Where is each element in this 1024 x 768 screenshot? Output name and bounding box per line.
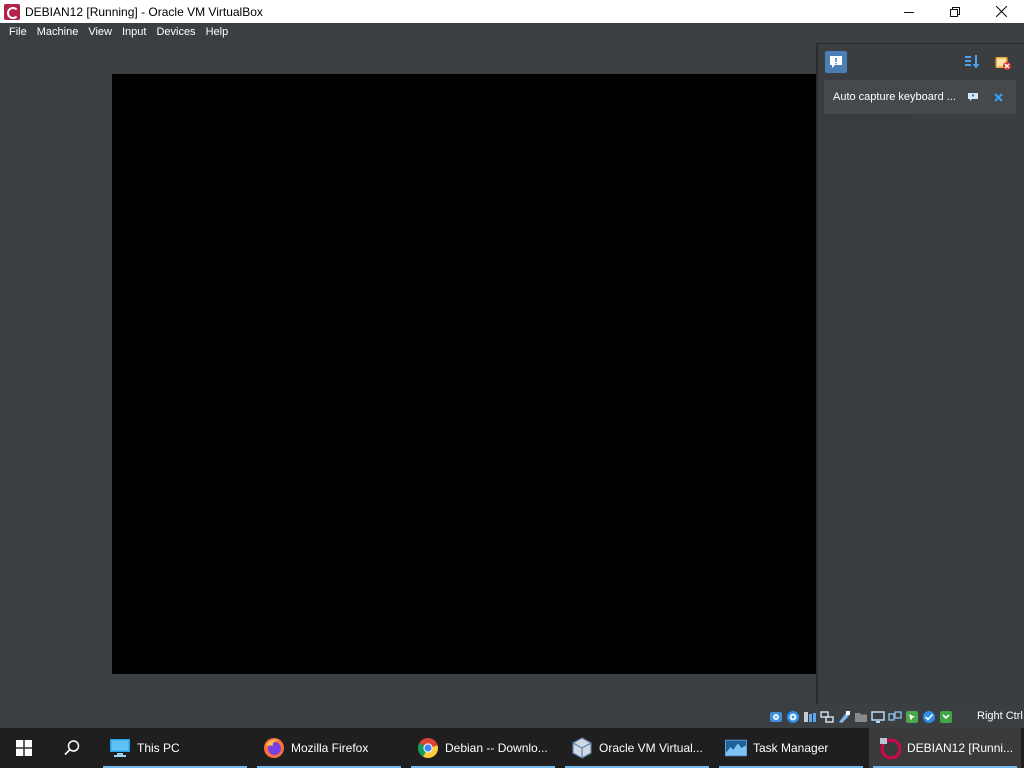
taskbar-app-label: DEBIAN12 [Runni... xyxy=(907,741,1014,755)
sort-icon xyxy=(965,55,980,69)
taskbar-app-chrome[interactable]: Debian -- Downlo... xyxy=(407,728,559,768)
chrome-icon xyxy=(417,737,439,759)
notification-close-button[interactable] xyxy=(991,90,1005,104)
notification-help-button[interactable] xyxy=(966,91,980,103)
optical-drive-icon[interactable] xyxy=(785,710,800,725)
close-icon xyxy=(993,92,1003,102)
taskbar-app-label: Task Manager xyxy=(753,741,829,755)
menu-input[interactable]: Input xyxy=(117,23,151,42)
recording-icon[interactable] xyxy=(887,710,902,725)
notification-center-icon xyxy=(830,56,842,68)
keep-finished-button[interactable] xyxy=(992,51,1014,73)
menu-devices[interactable]: Devices xyxy=(151,23,200,42)
mouse-integration-icon[interactable] xyxy=(904,710,919,725)
keyboard-capture-icon[interactable] xyxy=(938,710,953,725)
menu-help[interactable]: Help xyxy=(201,23,234,42)
title-bar[interactable]: DEBIAN12 [Running] - Oracle VM VirtualBo… xyxy=(0,0,1024,23)
display-icon[interactable] xyxy=(870,710,885,725)
start-button[interactable] xyxy=(0,728,48,768)
restore-icon xyxy=(950,6,960,17)
menu-machine[interactable]: Machine xyxy=(32,23,84,42)
notification-text: Auto capture keyboard ... xyxy=(833,91,956,103)
shared-folders-icon[interactable] xyxy=(853,710,868,725)
taskbar-app-task-manager[interactable]: Task Manager xyxy=(715,728,867,768)
window-controls xyxy=(886,0,1024,23)
vm-screen[interactable] xyxy=(112,74,816,674)
virtualbox-window: DEBIAN12 [Running] - Oracle VM VirtualBo… xyxy=(0,0,1024,768)
taskbar-app-debian-vm[interactable]: DEBIAN12 [Runni... xyxy=(869,728,1021,768)
notification-center: Auto capture keyboard ... xyxy=(816,43,1024,704)
virtualbox-icon xyxy=(571,737,593,759)
taskbar-app-virtualbox[interactable]: Oracle VM Virtual... xyxy=(561,728,713,768)
menu-view[interactable]: View xyxy=(83,23,117,42)
debian-vm-icon xyxy=(879,737,901,759)
usb-icon[interactable] xyxy=(836,710,851,725)
monitor-icon xyxy=(109,737,131,759)
search-icon xyxy=(64,740,80,756)
menu-bar: File Machine View Input Devices Help xyxy=(0,23,1024,42)
minimize-button[interactable] xyxy=(886,0,932,23)
restore-button[interactable] xyxy=(932,0,978,23)
hard-disk-icon[interactable] xyxy=(768,710,783,725)
taskbar-app-label: Mozilla Firefox xyxy=(291,741,369,755)
close-button[interactable] xyxy=(978,0,1024,23)
window-title: DEBIAN12 [Running] - Oracle VM VirtualBo… xyxy=(25,4,263,19)
host-key-label: Right Ctrl xyxy=(977,710,1023,722)
audio-icon[interactable] xyxy=(802,710,817,725)
taskbar-app-label: Debian -- Downlo... xyxy=(445,741,548,755)
minimize-icon xyxy=(904,11,914,13)
menu-file[interactable]: File xyxy=(4,23,32,42)
status-bar: Right Ctrl xyxy=(0,706,1024,728)
taskbar: This PC Mozilla Firefox Debian -- Downlo… xyxy=(0,728,1024,768)
taskbar-app-label: Oracle VM Virtual... xyxy=(599,741,703,755)
notification-list-area xyxy=(818,80,912,680)
help-icon xyxy=(968,93,978,101)
search-button[interactable] xyxy=(48,728,96,768)
status-indicators xyxy=(768,709,953,725)
windows-start-icon xyxy=(16,740,32,756)
firefox-icon xyxy=(263,737,285,759)
network-icon[interactable] xyxy=(819,710,834,725)
debian-vm-icon xyxy=(4,3,20,20)
task-manager-icon xyxy=(725,737,747,759)
taskbar-app-firefox[interactable]: Mozilla Firefox xyxy=(253,728,405,768)
keep-finished-icon xyxy=(995,57,1011,70)
cpu-icon[interactable] xyxy=(921,710,936,725)
taskbar-app-this-pc[interactable]: This PC xyxy=(99,728,251,768)
sort-button[interactable] xyxy=(961,51,983,73)
notification-item[interactable]: Auto capture keyboard ... xyxy=(824,80,1016,114)
notification-center-toggle-button[interactable] xyxy=(825,51,847,73)
close-icon xyxy=(995,6,1007,17)
taskbar-app-label: This PC xyxy=(137,741,180,755)
